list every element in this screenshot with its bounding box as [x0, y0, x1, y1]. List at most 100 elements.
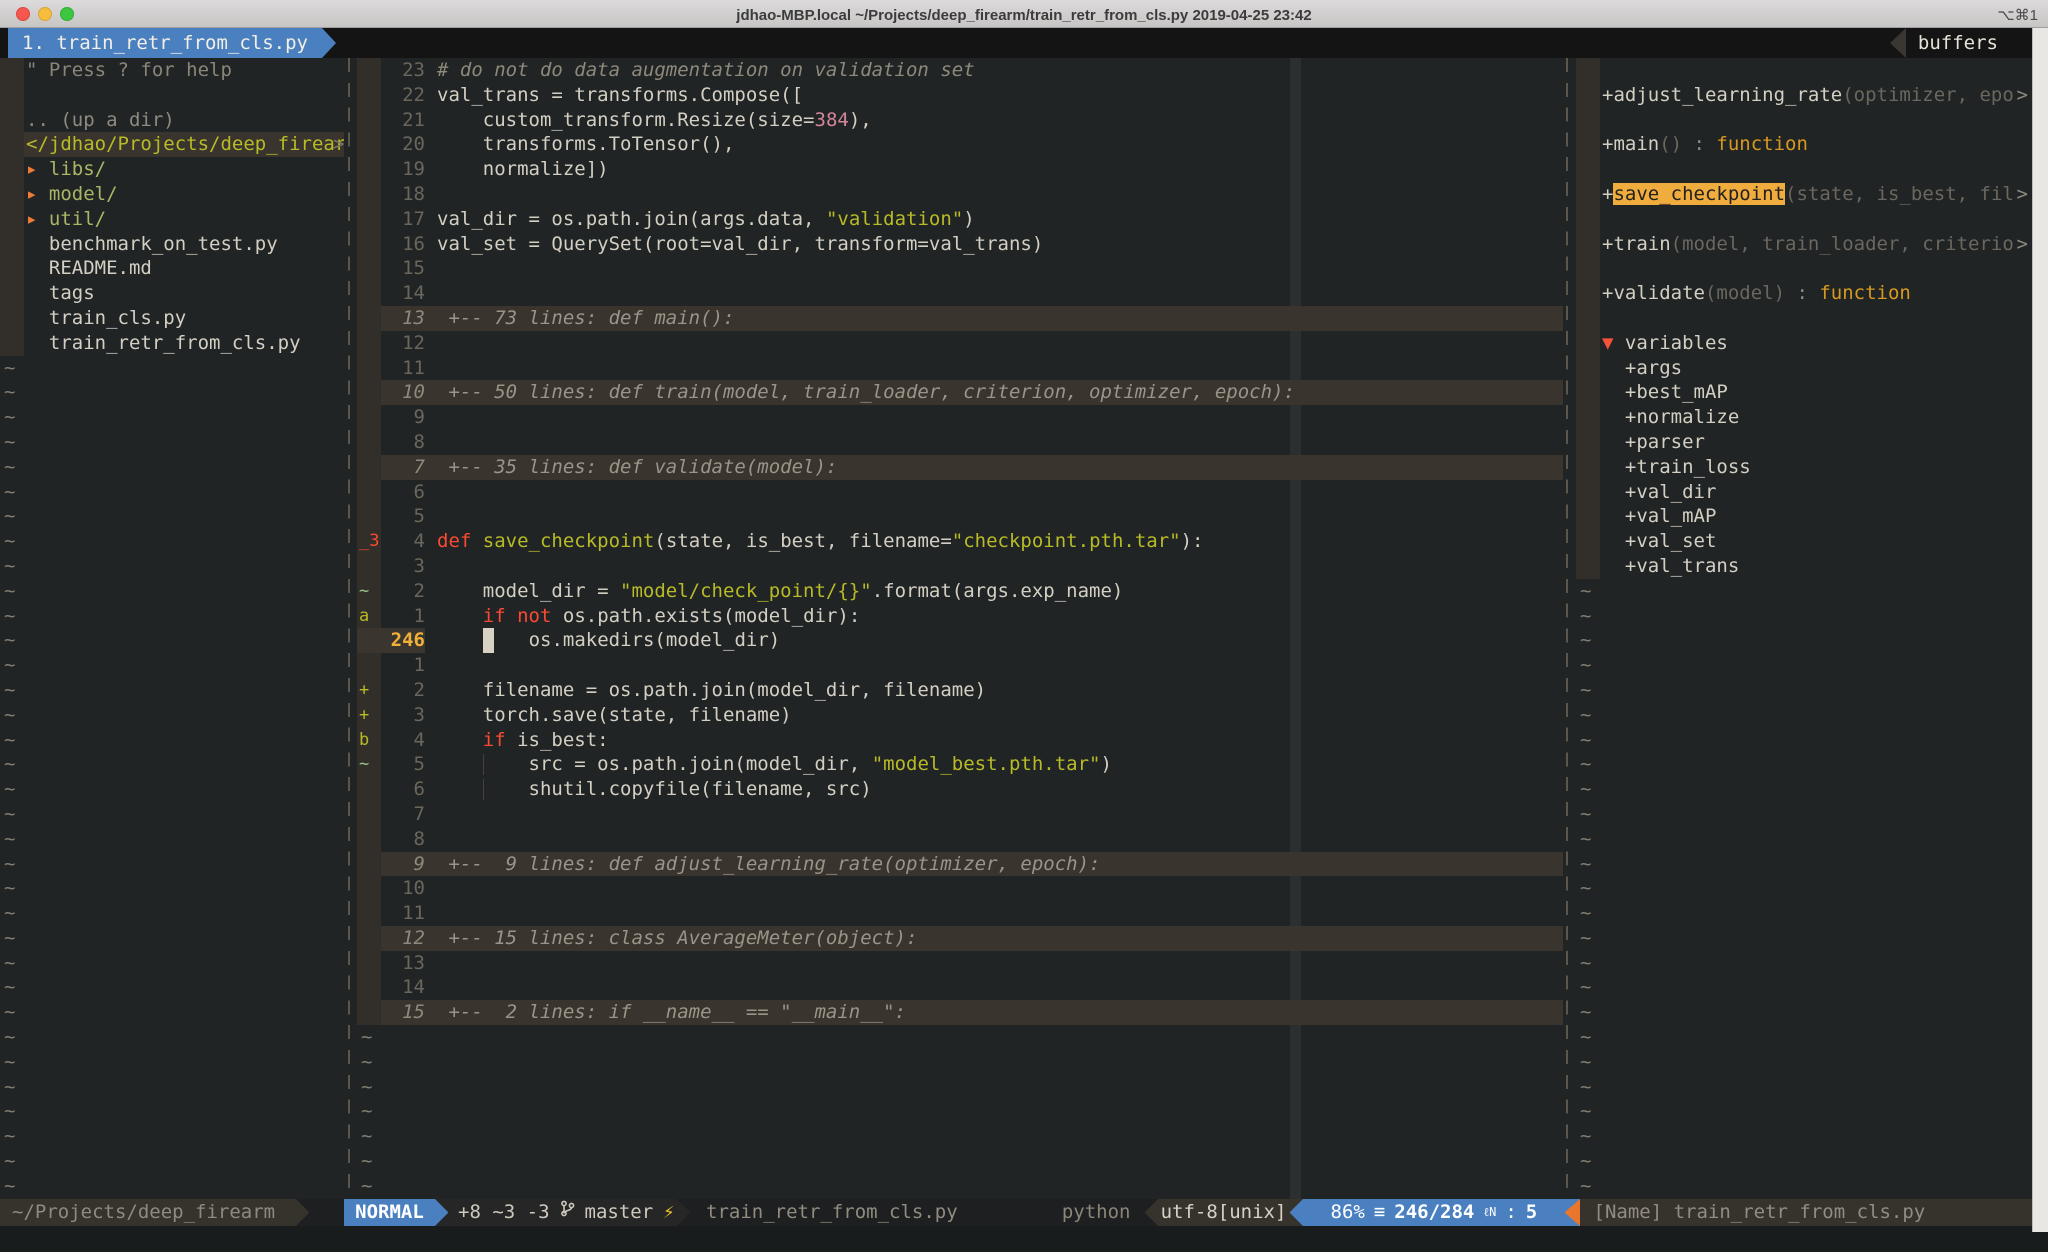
window-separator[interactable] [1566, 58, 1568, 1199]
code-line[interactable]: 20 transforms.ToTensor(), [357, 132, 1563, 157]
code-line[interactable]: 6 shutil.copyfile(filename, src) [357, 777, 1563, 802]
tagbar-eob-row: ~ [1576, 579, 2048, 604]
code-line[interactable]: a1 if not os.path.exists(model_dir): [357, 604, 1563, 629]
tagbar-eob-row: ~ [1576, 1050, 2048, 1075]
tag-item-var[interactable]: +val_trans [1576, 554, 2048, 579]
tree-item-dir[interactable]: ▸ model/ [0, 182, 344, 207]
scrollbar[interactable] [2032, 28, 2048, 1232]
end-of-buffer-tilde: ~ [0, 951, 15, 976]
code-line[interactable]: 17val_dir = os.path.join(args.data, "val… [357, 207, 1563, 232]
tag-item-var[interactable]: +normalize [1576, 405, 2048, 430]
code-line[interactable]: 10 [357, 876, 1563, 901]
tag-item-kind[interactable]: ▼ variables [1576, 331, 2048, 356]
tag-item-var[interactable]: +best_mAP [1576, 380, 2048, 405]
fold-line[interactable]: 15 +-- 2 lines: if __name__ == "__main__… [357, 1000, 1563, 1025]
code-line[interactable]: 13 [357, 951, 1563, 976]
code-line[interactable]: 19 normalize]) [357, 157, 1563, 182]
tagbar-eob-row: ~ [1576, 653, 2048, 678]
tag-item-fn[interactable]: +train(model, train_loader, criterio> [1576, 232, 2048, 257]
end-of-buffer-tilde: ~ [0, 529, 15, 554]
code-line[interactable]: 11 [357, 356, 1563, 381]
tree-sign-column [0, 256, 24, 281]
tag-item-fn[interactable]: +main() : function [1576, 132, 2048, 157]
fold-open-icon[interactable]: ▼ [1602, 332, 1625, 354]
code-line[interactable]: 14 [357, 975, 1563, 1000]
code-line[interactable]: +2 filename = os.path.join(model_dir, fi… [357, 678, 1563, 703]
code-line[interactable]: +3 torch.save(state, filename) [357, 703, 1563, 728]
command-line[interactable] [0, 1226, 2048, 1252]
code-line[interactable]: 21 custom_transform.Resize(size=384), [357, 108, 1563, 133]
tag-item-var[interactable]: +parser [1576, 430, 2048, 455]
tree-item-dir[interactable]: ▸ libs/ [0, 157, 344, 182]
code-line[interactable]: 9 [357, 405, 1563, 430]
tree-eob-row: ~ [0, 380, 344, 405]
tree-item-updir[interactable]: .. (up a dir) [0, 108, 344, 133]
code-line[interactable]: 23# do not do data augmentation on valid… [357, 58, 1563, 83]
code-line[interactable]: 7 [357, 802, 1563, 827]
end-of-buffer-tilde: ~ [1576, 975, 1591, 1000]
code-line[interactable]: 16val_set = QuerySet(root=val_dir, trans… [357, 232, 1563, 257]
fold-line[interactable]: 7 +-- 35 lines: def validate(model): [357, 455, 1563, 480]
tree-item-file[interactable]: benchmark_on_test.py [0, 232, 344, 257]
cursor-line[interactable]: 246 os.makedirs(model_dir) [357, 628, 1563, 653]
code-line[interactable]: 8 [357, 827, 1563, 852]
fold-line[interactable]: 9 +-- 9 lines: def adjust_learning_rate(… [357, 852, 1563, 877]
end-of-buffer-tilde: ~ [0, 356, 15, 381]
tag-item-var[interactable]: +train_loss [1576, 455, 2048, 480]
window-separator[interactable] [348, 58, 350, 1199]
code-line[interactable]: ~5 src = os.path.join(model_dir, "model_… [357, 752, 1563, 777]
code-text: torch.save(state, filename) [437, 703, 792, 728]
tree-item-root[interactable]: </jdhao/Projects/deep_firear> [0, 132, 344, 157]
code-line[interactable]: 3 [357, 554, 1563, 579]
buffer-tab[interactable]: 1. train_retr_from_cls.py [8, 28, 322, 58]
code-line[interactable]: 8 [357, 430, 1563, 455]
code-line[interactable]: 5 [357, 504, 1563, 529]
code-line[interactable]: 22val_trans = transforms.Compose([ [357, 83, 1563, 108]
tagbar-eob-row: ~ [1576, 876, 2048, 901]
code-text: transforms.ToTensor(), [437, 132, 734, 157]
code-line[interactable]: 12 [357, 331, 1563, 356]
tag-function-selected: +save_checkpoint(state, is_best, fil [1600, 182, 2014, 207]
buffers-label: buffers [1906, 28, 2010, 58]
tree-file-name: tags [24, 281, 95, 306]
line-number: 5 [381, 504, 425, 529]
tree-item-file[interactable]: README.md [0, 256, 344, 281]
tag-item-var[interactable]: +val_set [1576, 529, 2048, 554]
code-line[interactable]: b4 if is_best: [357, 728, 1563, 753]
fold-line[interactable]: 12 +-- 15 lines: class AverageMeter(obje… [357, 926, 1563, 951]
tree-item-file[interactable]: tags [0, 281, 344, 306]
tag-signature: (model) [1705, 282, 1785, 304]
folder-collapsed-icon[interactable]: ▸ [26, 158, 49, 180]
end-of-buffer-tilde: ~ [357, 1099, 372, 1124]
code-line[interactable]: 11 [357, 901, 1563, 926]
git-section: +8 ~3 -3 master ⚡ [448, 1199, 677, 1226]
tree-item-file[interactable]: train_cls.py [0, 306, 344, 331]
code-token: # do not do data augmentation on validat… [437, 59, 975, 81]
tag-item-blank [1576, 256, 2048, 281]
code-line[interactable]: 1 [357, 653, 1563, 678]
tree-item-file[interactable]: train_retr_from_cls.py [0, 331, 344, 356]
fold-line[interactable]: 10 +-- 50 lines: def train(model, train_… [357, 380, 1563, 405]
tagbar-sign-column [1576, 430, 1600, 455]
tree-item-dir[interactable]: ▸ util/ [0, 207, 344, 232]
tag-item-var[interactable]: +args [1576, 356, 2048, 381]
tree-eob-row: ~ [0, 802, 344, 827]
folder-collapsed-icon[interactable]: ▸ [26, 208, 49, 230]
line-number: 9 [381, 405, 425, 430]
tag-item-fn[interactable]: +adjust_learning_rate(optimizer, epo> [1576, 83, 2048, 108]
code-line[interactable]: _34def save_checkpoint(state, is_best, f… [357, 529, 1563, 554]
sign-cell [357, 405, 381, 430]
code-line[interactable]: 15 [357, 256, 1563, 281]
code-line[interactable]: 6 [357, 480, 1563, 505]
tag-item-var[interactable]: +val_dir [1576, 480, 2048, 505]
code-line[interactable]: ~2 model_dir = "model/check_point/{}".fo… [357, 579, 1563, 604]
tag-item-var[interactable]: +val_mAP [1576, 504, 2048, 529]
end-of-buffer-tilde: ~ [0, 852, 15, 877]
tag-item-fn[interactable]: +validate(model) : function [1576, 281, 2048, 306]
fold-line[interactable]: 13 +-- 73 lines: def main(): [357, 306, 1563, 331]
code-text: filename = os.path.join(model_dir, filen… [437, 678, 986, 703]
code-line[interactable]: 18 [357, 182, 1563, 207]
code-line[interactable]: 14 [357, 281, 1563, 306]
folder-collapsed-icon[interactable]: ▸ [26, 183, 49, 205]
tag-item-fnsel[interactable]: +save_checkpoint(state, is_best, fil> [1576, 182, 2048, 207]
